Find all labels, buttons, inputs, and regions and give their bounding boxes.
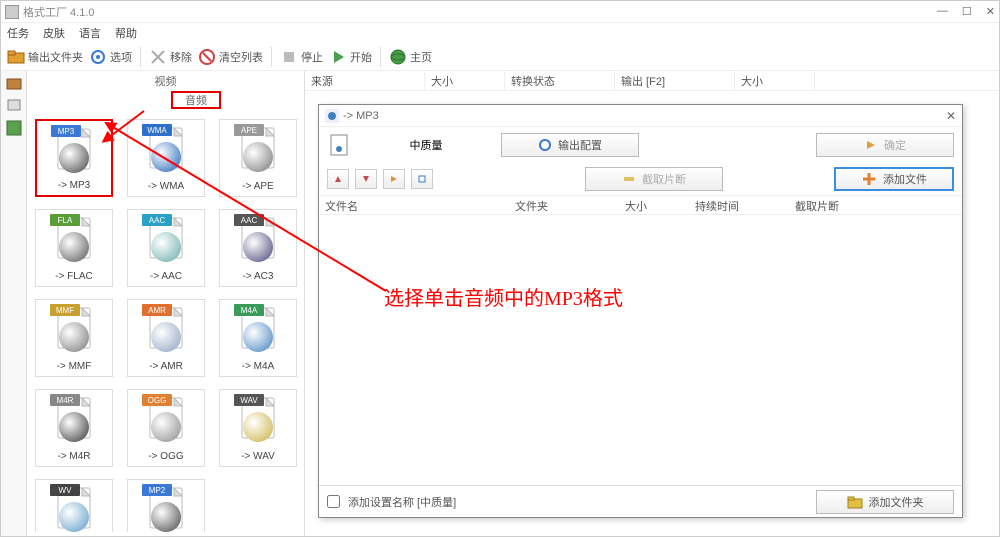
- info-button[interactable]: [411, 169, 433, 189]
- col-status[interactable]: 转换状态: [505, 71, 615, 90]
- format-item-aac[interactable]: AAC-> AAC: [127, 209, 205, 287]
- add-file-button[interactable]: 添加文件: [834, 167, 954, 191]
- format-item-m4r[interactable]: M4R-> M4R: [35, 389, 113, 467]
- format-item-wma[interactable]: WMA-> WMA: [127, 119, 205, 197]
- clear-button[interactable]: 清空列表: [198, 48, 263, 66]
- category-video-label[interactable]: 视频: [27, 71, 304, 91]
- format-item-amr[interactable]: AMR-> AMR: [127, 299, 205, 377]
- globe-icon: [389, 48, 407, 66]
- clear-icon: [198, 48, 216, 66]
- add-folder-button[interactable]: 添加文件夹: [816, 490, 954, 514]
- separator: [380, 47, 381, 67]
- toolbar: 输出文件夹 选项 移除 清空列表 停止 开始 主页: [1, 43, 999, 71]
- output-config-button[interactable]: 输出配置: [501, 133, 639, 157]
- format-item-wav[interactable]: WAV-> WAV: [219, 389, 297, 467]
- dialog-footer: 添加设置名称 [中质量] 添加文件夹: [319, 485, 962, 517]
- col-filename[interactable]: 文件名: [319, 196, 509, 214]
- remove-button[interactable]: 移除: [149, 48, 192, 66]
- col-size[interactable]: 大小: [619, 196, 689, 214]
- gear-icon: [538, 138, 552, 152]
- close-button[interactable]: ✕: [986, 5, 995, 18]
- sidebar-tabs: [1, 71, 27, 536]
- output-folder-button[interactable]: 输出文件夹: [7, 48, 83, 66]
- menu-help[interactable]: 帮助: [115, 25, 137, 41]
- dialog-icon: [325, 109, 339, 123]
- clip-button[interactable]: 截取片断: [585, 167, 723, 191]
- nav-up-button[interactable]: [327, 169, 349, 189]
- folder-icon: [7, 48, 25, 66]
- add-settings-name-checkbox[interactable]: [327, 495, 340, 508]
- maximize-button[interactable]: ☐: [962, 5, 972, 18]
- gear-icon: [89, 48, 107, 66]
- dialog-title: -> MP3: [343, 110, 379, 122]
- dialog-titlebar: -> MP3 ✕: [319, 105, 962, 127]
- format-item-ac3[interactable]: AAC-> AC3: [219, 209, 297, 287]
- dialog-list-header: 文件名 文件夹 大小 持续时间 截取片断: [319, 195, 962, 215]
- stop-button[interactable]: 停止: [280, 48, 323, 66]
- play-preview-button[interactable]: [383, 169, 405, 189]
- quality-label: 中质量: [361, 137, 491, 153]
- nav-down-button[interactable]: [355, 169, 377, 189]
- minimize-button[interactable]: —: [937, 5, 948, 18]
- stop-icon: [280, 48, 298, 66]
- options-button[interactable]: 选项: [89, 48, 132, 66]
- format-item-mp3[interactable]: MP3-> MP3: [35, 119, 113, 197]
- format-item-m4a[interactable]: M4A-> M4A: [219, 299, 297, 377]
- dialog-top-row: 中质量 输出配置 确定: [319, 127, 962, 163]
- menu-task[interactable]: 任务: [7, 25, 29, 41]
- play-icon: [329, 48, 347, 66]
- menu-language[interactable]: 语言: [79, 25, 101, 41]
- format-item-ape[interactable]: APE-> APE: [219, 119, 297, 197]
- app-icon: [5, 5, 19, 19]
- remove-icon: [149, 48, 167, 66]
- main-list-header: 来源 大小 转换状态 输出 [F2] 大小: [305, 71, 999, 91]
- col-output[interactable]: 输出 [F2]: [615, 71, 735, 90]
- footer-checkbox-label: 添加设置名称 [中质量]: [348, 494, 456, 510]
- tab-video-icon[interactable]: [5, 75, 23, 93]
- start-button[interactable]: 开始: [329, 48, 372, 66]
- format-panel: 视频 音频 MP3-> MP3WMA-> WMAAPE-> APE FLA-> F…: [27, 71, 305, 536]
- separator: [140, 47, 141, 67]
- window-title: 格式工厂 4.1.0: [23, 4, 95, 20]
- col-size[interactable]: 大小: [425, 71, 505, 90]
- col-folder[interactable]: 文件夹: [509, 196, 619, 214]
- dialog-close-button[interactable]: ✕: [946, 109, 956, 123]
- titlebar: 格式工厂 4.1.0 — ☐ ✕: [1, 1, 999, 23]
- arrow-right-icon: [864, 138, 878, 152]
- dialog-second-row: 截取片断 添加文件: [319, 163, 962, 195]
- format-preview-icon: [327, 133, 351, 157]
- format-item-mp2[interactable]: MP2-> MP2: [127, 479, 205, 532]
- tab-audio-icon[interactable]: [5, 97, 23, 115]
- format-grid: MP3-> MP3WMA-> WMAAPE-> APEFLA-> FLACAAC…: [35, 119, 300, 532]
- format-item-flac[interactable]: FLA-> FLAC: [35, 209, 113, 287]
- tab-image-icon[interactable]: [5, 119, 23, 137]
- col-clip[interactable]: 截取片断: [789, 196, 889, 214]
- clip-icon: [622, 172, 636, 186]
- separator: [271, 47, 272, 67]
- col-duration[interactable]: 持续时间: [689, 196, 789, 214]
- mp3-dialog: -> MP3 ✕ 中质量 输出配置 确定 截取片断 添加文件 文件名: [318, 104, 963, 518]
- category-audio-label[interactable]: 音频: [171, 91, 221, 109]
- col-source[interactable]: 来源: [305, 71, 425, 90]
- annotation-text: 选择单击音频中的MP3格式: [384, 282, 623, 311]
- home-button[interactable]: 主页: [389, 48, 432, 66]
- col-size2[interactable]: 大小: [735, 71, 815, 90]
- format-item-mmf[interactable]: MMF-> MMF: [35, 299, 113, 377]
- format-item-ogg[interactable]: OGG-> OGG: [127, 389, 205, 467]
- menubar: 任务 皮肤 语言 帮助: [1, 23, 999, 43]
- folder-plus-icon: [847, 494, 863, 510]
- plus-icon: [861, 171, 877, 187]
- menu-skin[interactable]: 皮肤: [43, 25, 65, 41]
- ok-button[interactable]: 确定: [816, 133, 954, 157]
- format-item-wavpack[interactable]: WVWavPack: [35, 479, 113, 532]
